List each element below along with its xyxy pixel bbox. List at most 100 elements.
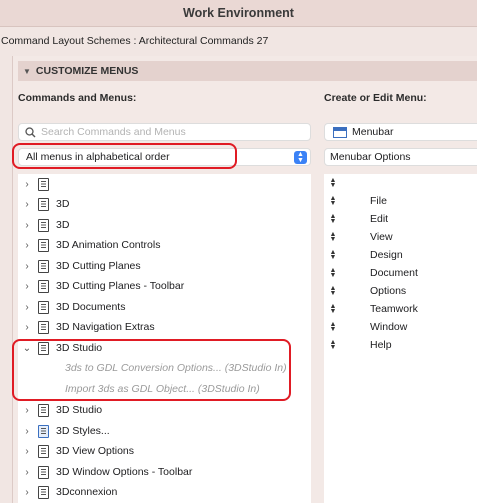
commands-and-menus-heading: Commands and Menus:	[18, 92, 137, 104]
document-icon	[38, 465, 49, 479]
list-item[interactable]: › 3Dconnexion	[18, 482, 311, 502]
list-item[interactable]: › 3D Documents	[18, 297, 311, 317]
drag-handle-icon[interactable]: ▲ ▼	[329, 249, 337, 261]
menu-item-label: Help	[370, 339, 392, 351]
layout-scheme-label: Command Layout Schemes : Architectural C…	[1, 35, 269, 47]
list-item[interactable]: › 3D	[18, 194, 311, 214]
chevron-right-icon[interactable]: ›	[22, 281, 32, 292]
window-title: Work Environment	[0, 0, 477, 27]
document-icon	[38, 197, 49, 211]
child-command-item[interactable]: 3ds to GDL Conversion Options... (3DStud…	[18, 358, 311, 378]
list-item[interactable]: › 3D Cutting Planes	[18, 256, 311, 276]
menu-filter-value: All menus in alphabetical order	[26, 151, 170, 163]
chevron-right-icon[interactable]: ›	[22, 220, 32, 231]
document-icon	[38, 259, 49, 273]
drag-handle-icon[interactable]: ▲ ▼	[329, 213, 337, 225]
menu-item[interactable]: ▲ ▼ Help	[324, 336, 477, 354]
create-or-edit-menu-heading: Create or Edit Menu:	[324, 92, 427, 104]
menu-item-label: Options	[370, 285, 407, 297]
document-icon	[38, 238, 49, 252]
menu-item[interactable]: ▲ ▼ Document	[324, 264, 477, 282]
menubar-options-button[interactable]: Menubar Options	[324, 148, 477, 166]
menu-item-label: Teamwork	[370, 303, 418, 315]
list-item-label: 3D Documents	[56, 301, 126, 313]
document-icon	[38, 320, 49, 334]
menu-item[interactable]: ▲ ▼	[324, 174, 477, 192]
list-item-label: 3D View Options	[56, 445, 135, 457]
chevron-right-icon[interactable]: ›	[22, 426, 32, 437]
drag-handle-icon[interactable]: ▲ ▼	[329, 267, 337, 279]
list-item[interactable]: › 3D View Options	[18, 441, 311, 461]
menu-item-label: Document	[370, 267, 418, 279]
list-item[interactable]: › 3D Studio	[18, 400, 311, 420]
menu-item-label: View	[370, 231, 393, 243]
chevron-right-icon[interactable]: ›	[22, 240, 32, 251]
menu-item[interactable]: ▲ ▼ File	[324, 192, 477, 210]
child-command-item[interactable]: Import 3ds as GDL Object... (3DStudio In…	[18, 379, 311, 399]
list-item-label: 3D Cutting Planes - Toolbar	[56, 280, 185, 292]
document-icon	[38, 177, 49, 191]
chevron-down-icon[interactable]: ⌄	[22, 343, 32, 354]
menu-item-label: Design	[370, 249, 403, 261]
list-item-label: 3Dconnexion	[56, 486, 118, 498]
menu-filter-select[interactable]: All menus in alphabetical order ▲ ▼	[18, 148, 311, 166]
search-field[interactable]	[18, 123, 311, 141]
menu-item-label: File	[370, 195, 387, 207]
commands-list[interactable]: › › 3D › 3D › 3D Animation Controls › 3D…	[18, 174, 311, 503]
drag-handle-icon[interactable]: ▲ ▼	[329, 303, 337, 315]
document-icon	[38, 218, 49, 232]
document-icon	[38, 444, 49, 458]
menu-item[interactable]: ▲ ▼ Teamwork	[324, 300, 477, 318]
menu-item[interactable]: ▲ ▼ View	[324, 228, 477, 246]
menu-item[interactable]: ▲ ▼ Options	[324, 282, 477, 300]
drag-handle-icon[interactable]: ▲ ▼	[329, 285, 337, 297]
list-item[interactable]: › 3D Window Options - Toolbar	[18, 462, 311, 482]
search-icon	[25, 126, 36, 137]
list-item-label: 3D Animation Controls	[56, 239, 161, 251]
menubar-selector[interactable]: Menubar	[324, 123, 477, 141]
drag-handle-icon[interactable]: ▲ ▼	[329, 321, 337, 333]
list-item-label: 3D Window Options - Toolbar	[56, 466, 193, 478]
list-item[interactable]: › 3D Animation Controls	[18, 235, 311, 255]
section-title: CUSTOMIZE MENUS	[35, 65, 139, 77]
list-item-label: 3D Studio	[56, 342, 103, 354]
list-item[interactable]: › 3D	[18, 215, 311, 235]
menu-structure-list[interactable]: ▲ ▼ ▲ ▼ File ▲ ▼ Edit ▲ ▼ View ▲ ▼ Design ▲ ▼ …	[324, 174, 477, 503]
chevron-right-icon[interactable]: ›	[22, 199, 32, 210]
document-icon	[38, 279, 49, 293]
list-item[interactable]: › 3D Styles...	[18, 421, 311, 441]
menubar-value: Menubar	[352, 126, 394, 138]
menubar-options-label: Menubar Options	[330, 151, 411, 163]
search-input[interactable]	[41, 126, 301, 138]
drag-handle-icon[interactable]: ▲ ▼	[329, 177, 337, 189]
document-icon	[38, 300, 49, 314]
disclosure-triangle-icon[interactable]: ▼	[23, 67, 31, 76]
chevron-updown-icon[interactable]: ▲ ▼	[294, 151, 307, 164]
drag-handle-icon[interactable]: ▲ ▼	[329, 195, 337, 207]
section-header-customize-menus[interactable]: ▼ CUSTOMIZE MENUS	[18, 61, 477, 81]
chevron-right-icon[interactable]: ›	[22, 405, 32, 416]
chevron-right-icon[interactable]: ›	[22, 322, 32, 333]
menu-item[interactable]: ▲ ▼ Design	[324, 246, 477, 264]
chevron-right-icon[interactable]: ›	[22, 467, 32, 478]
list-item[interactable]: ›	[18, 174, 311, 194]
document-icon	[38, 403, 49, 417]
menu-item[interactable]: ▲ ▼ Edit	[324, 210, 477, 228]
styles-icon	[38, 424, 49, 438]
list-item-label: 3D Studio	[56, 404, 103, 416]
chevron-right-icon[interactable]: ›	[22, 487, 32, 498]
list-item[interactable]: › 3D Navigation Extras	[18, 317, 311, 337]
list-item-label: 3D Navigation Extras	[56, 321, 155, 333]
chevron-right-icon[interactable]: ›	[22, 179, 32, 190]
document-icon	[38, 341, 49, 355]
menu-item-label: Edit	[370, 213, 389, 225]
chevron-right-icon[interactable]: ›	[22, 261, 32, 272]
drag-handle-icon[interactable]: ▲ ▼	[329, 231, 337, 243]
list-item-expanded[interactable]: ⌄ 3D Studio	[18, 338, 311, 358]
chevron-right-icon[interactable]: ›	[22, 302, 32, 313]
menubar-icon	[333, 126, 347, 138]
drag-handle-icon[interactable]: ▲ ▼	[329, 339, 337, 351]
menu-item[interactable]: ▲ ▼ Window	[324, 318, 477, 336]
chevron-right-icon[interactable]: ›	[22, 446, 32, 457]
list-item[interactable]: › 3D Cutting Planes - Toolbar	[18, 276, 311, 296]
